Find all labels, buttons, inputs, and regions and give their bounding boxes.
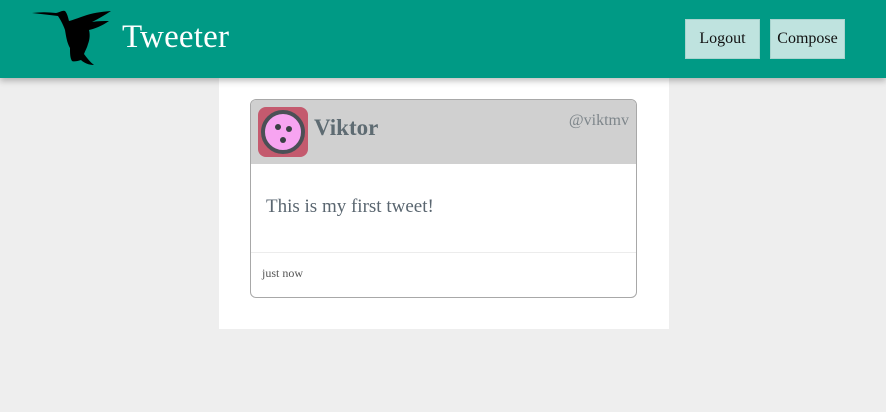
compose-button[interactable]: Compose [770, 19, 845, 59]
tweet-card: Viktor @viktmv This is my first tweet! j… [250, 99, 637, 298]
tweet-author-handle: @viktmv [568, 112, 629, 129]
logout-button[interactable]: Logout [685, 19, 760, 59]
brand-title: Tweeter [122, 19, 230, 55]
tweet-author-name: Viktor [314, 115, 379, 140]
tweet-text: This is my first tweet! [266, 196, 434, 217]
robot-avatar-icon [258, 107, 308, 157]
tweet-timestamp: just now [262, 266, 304, 280]
tweet-container: Viktor @viktmv This is my first tweet! j… [219, 78, 669, 329]
top-navbar: Tweeter Logout Compose [0, 0, 886, 78]
tweet-header: Viktor @viktmv [251, 100, 636, 164]
hummingbird-icon [32, 8, 114, 66]
tweet-divider [251, 252, 636, 253]
